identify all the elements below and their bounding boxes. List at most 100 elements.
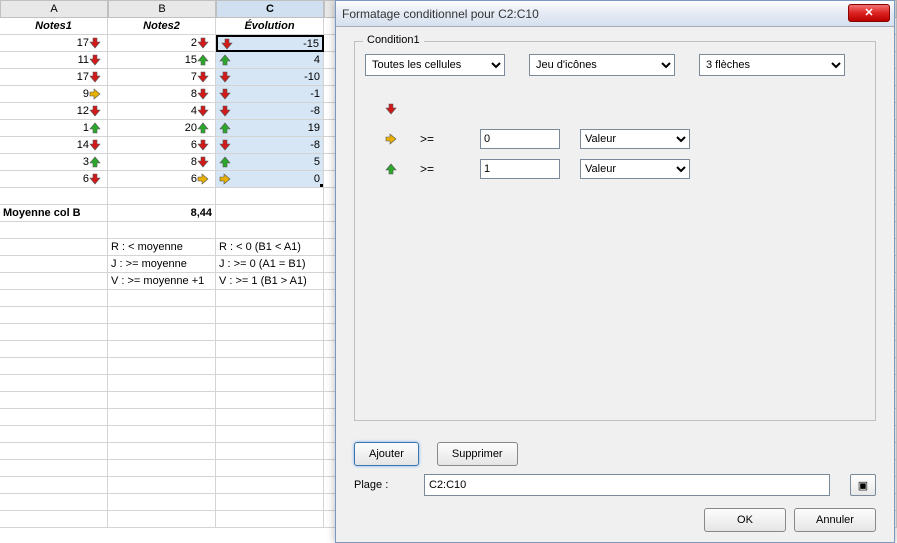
colhead-C[interactable]: C bbox=[216, 0, 324, 18]
cell-empty[interactable] bbox=[0, 358, 108, 375]
cell-empty[interactable] bbox=[0, 239, 108, 256]
cell-empty[interactable] bbox=[216, 443, 324, 460]
cell-empty[interactable] bbox=[0, 307, 108, 324]
cell-empty[interactable] bbox=[0, 460, 108, 477]
legend-C2[interactable]: V : >= 1 (B1 > A1) bbox=[216, 273, 324, 290]
cell-B7[interactable]: 20 bbox=[108, 120, 216, 137]
cell-empty[interactable] bbox=[216, 205, 324, 222]
cell-B4[interactable]: 7 bbox=[108, 69, 216, 86]
cell-empty[interactable] bbox=[0, 222, 108, 239]
cell-C10[interactable]: 0 bbox=[216, 171, 324, 188]
cell-empty[interactable] bbox=[108, 222, 216, 239]
header-evolution[interactable]: Évolution bbox=[216, 18, 324, 35]
cell-empty[interactable] bbox=[216, 426, 324, 443]
cell-B9[interactable]: 8 bbox=[108, 154, 216, 171]
cell-empty[interactable] bbox=[0, 511, 108, 528]
cell-empty[interactable] bbox=[108, 443, 216, 460]
cell-empty[interactable] bbox=[108, 290, 216, 307]
cell-empty[interactable] bbox=[216, 324, 324, 341]
cell-empty[interactable] bbox=[0, 256, 108, 273]
cell-A7[interactable]: 1 bbox=[0, 120, 108, 137]
cell-A6[interactable]: 12 bbox=[0, 103, 108, 120]
cell-empty[interactable] bbox=[216, 375, 324, 392]
cell-A8[interactable]: 14 bbox=[0, 137, 108, 154]
cell-empty[interactable] bbox=[0, 324, 108, 341]
cell-A2[interactable]: 17 bbox=[0, 35, 108, 52]
cell-empty[interactable] bbox=[108, 409, 216, 426]
cell-empty[interactable] bbox=[216, 341, 324, 358]
cell-C9[interactable]: 5 bbox=[216, 154, 324, 171]
cell-empty[interactable] bbox=[216, 392, 324, 409]
cell-empty[interactable] bbox=[216, 460, 324, 477]
colhead-A[interactable]: A bbox=[0, 0, 108, 18]
legend-B1[interactable]: J : >= moyenne bbox=[108, 256, 216, 273]
cell-empty[interactable] bbox=[108, 188, 216, 205]
cell-C5[interactable]: -1 bbox=[216, 86, 324, 103]
rule-value-input[interactable] bbox=[480, 129, 560, 149]
legend-C0[interactable]: R : < 0 (B1 < A1) bbox=[216, 239, 324, 256]
iconset-select[interactable]: 3 flèches bbox=[699, 54, 845, 76]
cell-B3[interactable]: 15 bbox=[108, 52, 216, 69]
cell-empty[interactable] bbox=[108, 358, 216, 375]
cell-B8[interactable]: 6 bbox=[108, 137, 216, 154]
cell-empty[interactable] bbox=[216, 358, 324, 375]
cancel-button[interactable]: Annuler bbox=[794, 508, 876, 532]
rule-type-select[interactable]: Valeur bbox=[580, 129, 690, 149]
summary-label-cell[interactable]: Moyenne col B bbox=[0, 205, 108, 222]
cell-empty[interactable] bbox=[0, 290, 108, 307]
ok-button[interactable]: OK bbox=[704, 508, 786, 532]
cell-empty[interactable] bbox=[0, 443, 108, 460]
cell-empty[interactable] bbox=[216, 477, 324, 494]
cell-C8[interactable]: -8 bbox=[216, 137, 324, 154]
cell-empty[interactable] bbox=[0, 409, 108, 426]
cell-C7[interactable]: 19 bbox=[216, 120, 324, 137]
cell-empty[interactable] bbox=[0, 188, 108, 205]
legend-C1[interactable]: J : >= 0 (A1 = B1) bbox=[216, 256, 324, 273]
style-select[interactable]: Jeu d'icônes bbox=[529, 54, 675, 76]
cell-A5[interactable]: 9 bbox=[0, 86, 108, 103]
cell-B2[interactable]: 2 bbox=[108, 35, 216, 52]
cell-empty[interactable] bbox=[216, 188, 324, 205]
cell-A3[interactable]: 11 bbox=[0, 52, 108, 69]
cell-empty[interactable] bbox=[0, 375, 108, 392]
cell-empty[interactable] bbox=[108, 460, 216, 477]
cell-empty[interactable] bbox=[216, 409, 324, 426]
cell-C4[interactable]: -10 bbox=[216, 69, 324, 86]
cell-empty[interactable] bbox=[0, 494, 108, 511]
close-button[interactable]: ✕ bbox=[848, 4, 890, 22]
cell-B10[interactable]: 6 bbox=[108, 171, 216, 188]
header-notes1[interactable]: Notes1 bbox=[0, 18, 108, 35]
cell-C3[interactable]: 4 bbox=[216, 52, 324, 69]
cell-empty[interactable] bbox=[0, 426, 108, 443]
cell-A10[interactable]: 6 bbox=[0, 171, 108, 188]
cell-empty[interactable] bbox=[216, 307, 324, 324]
cell-empty[interactable] bbox=[216, 494, 324, 511]
cell-empty[interactable] bbox=[108, 426, 216, 443]
summary-value-cell[interactable]: 8,44 bbox=[108, 205, 216, 222]
header-notes2[interactable]: Notes2 bbox=[108, 18, 216, 35]
cell-empty[interactable] bbox=[108, 392, 216, 409]
cell-B5[interactable]: 8 bbox=[108, 86, 216, 103]
colhead-B[interactable]: B bbox=[108, 0, 216, 18]
cell-empty[interactable] bbox=[0, 341, 108, 358]
cell-B6[interactable]: 4 bbox=[108, 103, 216, 120]
cell-empty[interactable] bbox=[0, 273, 108, 290]
cell-empty[interactable] bbox=[108, 494, 216, 511]
cell-empty[interactable] bbox=[216, 511, 324, 528]
cell-empty[interactable] bbox=[108, 511, 216, 528]
cell-C2[interactable]: -15 bbox=[216, 35, 324, 52]
cell-empty[interactable] bbox=[216, 222, 324, 239]
cell-A4[interactable]: 17 bbox=[0, 69, 108, 86]
rule-value-input[interactable] bbox=[480, 159, 560, 179]
shrink-button[interactable]: ▣ bbox=[850, 474, 876, 496]
cell-C6[interactable]: -8 bbox=[216, 103, 324, 120]
add-button[interactable]: Ajouter bbox=[354, 442, 419, 466]
scope-select[interactable]: Toutes les cellules bbox=[365, 54, 505, 76]
range-input[interactable] bbox=[424, 474, 830, 496]
delete-button[interactable]: Supprimer bbox=[437, 442, 518, 466]
cell-empty[interactable] bbox=[108, 307, 216, 324]
cell-empty[interactable] bbox=[108, 324, 216, 341]
cell-empty[interactable] bbox=[108, 477, 216, 494]
cell-empty[interactable] bbox=[108, 341, 216, 358]
rule-type-select[interactable]: Valeur bbox=[580, 159, 690, 179]
